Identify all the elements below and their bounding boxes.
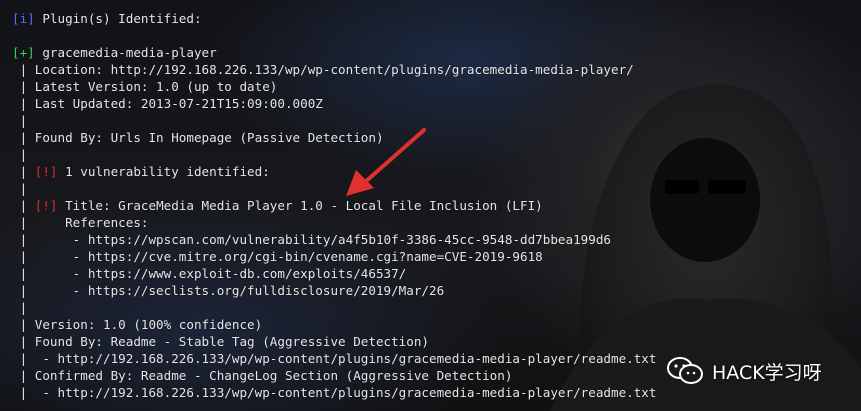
watermark-text: HACK学习呀 <box>712 361 822 384</box>
terminal-window[interactable]: [i] Plugin(s) Identified: [+] gracemedia-… <box>0 0 861 411</box>
wechat-icon <box>667 357 703 384</box>
red-arrow-annotation <box>346 128 426 196</box>
watermark: HACK学习呀 <box>666 356 822 386</box>
